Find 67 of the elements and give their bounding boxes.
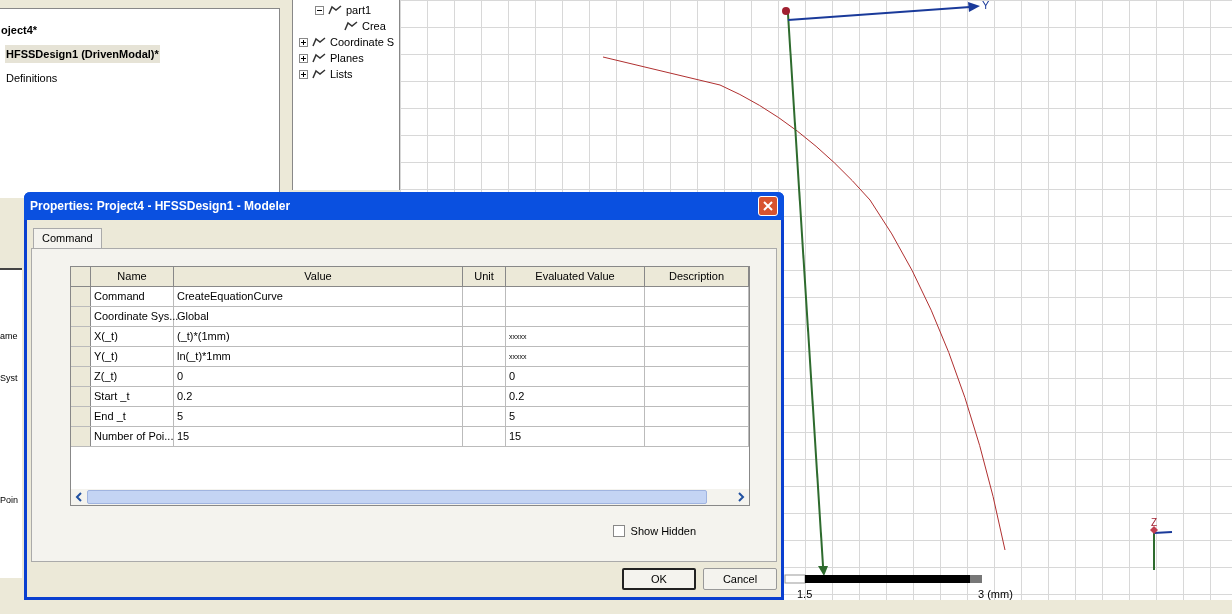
row-header[interactable]	[71, 427, 91, 446]
tab[interactable]: Command	[33, 228, 102, 248]
table-cell: X(_t)	[91, 327, 174, 346]
table-cell: ln(_t)*1mm	[174, 347, 463, 366]
table-cell: CreateEquationCurve	[174, 287, 463, 306]
row-header[interactable]	[71, 307, 91, 326]
column-header[interactable]: Evaluated Value	[506, 267, 645, 286]
table-cell: (_t)*(1mm)	[174, 327, 463, 346]
column-header[interactable]: Description	[645, 267, 749, 286]
tree-item[interactable]: oject4*	[0, 21, 39, 39]
table-cell: 0	[506, 367, 645, 386]
tree-item[interactable]: Planes	[330, 49, 364, 67]
dialog-button[interactable]: OK	[622, 568, 696, 590]
row-header[interactable]	[71, 367, 91, 386]
property-name-text: Poin	[0, 494, 19, 506]
table-cell: Y(_t)	[91, 347, 174, 366]
expand-toggle-icon[interactable]	[299, 37, 308, 47]
table-cell: Z(_t)	[91, 367, 174, 386]
table-cell: 15	[506, 427, 645, 446]
table-cell: 0.2	[506, 387, 645, 406]
column-header[interactable]: Value	[174, 267, 463, 286]
triad-label: Z	[1151, 517, 1158, 528]
dialog-title: Properties: Project4 - HFSSDesign1 - Modeler	[30, 198, 291, 215]
tree-item[interactable]: Lists	[330, 65, 353, 83]
tree-node-icon	[312, 68, 326, 80]
expand-toggle-icon[interactable]	[299, 69, 308, 79]
row-header[interactable]	[71, 287, 91, 306]
table-cell: 5	[174, 407, 463, 426]
horizontal-scrollbar[interactable]	[71, 489, 749, 505]
tree-node-icon	[328, 4, 342, 16]
show-hidden-checkbox[interactable]	[612, 525, 625, 538]
tree-item[interactable]: Definitions	[5, 69, 59, 87]
table-cell: Command	[91, 287, 174, 306]
tree-item[interactable]: Crea	[362, 17, 386, 35]
property-name-text: Syst	[0, 372, 19, 384]
row-header[interactable]	[71, 347, 91, 366]
dialog-button[interactable]: Cancel	[703, 568, 777, 590]
table-cell: 0	[174, 367, 463, 386]
tree-node-icon	[312, 36, 326, 48]
tree-node-icon	[344, 20, 358, 32]
property-name-text: ame	[0, 330, 19, 342]
scale-label: 3 (mm)	[978, 588, 1013, 600]
expand-toggle-icon[interactable]	[299, 53, 308, 63]
tree-item[interactable]: HFSSDesign1 (DrivenModal)*	[5, 45, 160, 63]
table-cell: 5	[506, 407, 645, 426]
column-header[interactable]: Name	[91, 267, 174, 286]
axis-triad-drawing	[1150, 526, 1173, 571]
row-header[interactable]	[71, 387, 91, 406]
close-button[interactable]	[758, 196, 778, 216]
tree-item[interactable]: Coordinate S	[330, 33, 395, 51]
table-cell: Start _t	[91, 387, 174, 406]
checkbox-label: Show Hidden	[630, 524, 696, 539]
collapse-toggle-icon[interactable]	[315, 5, 324, 15]
row-header[interactable]	[71, 327, 91, 346]
tree-item[interactable]: part1	[346, 1, 372, 19]
column-header[interactable]: Unit	[463, 267, 506, 286]
table-cell: 15	[174, 427, 463, 446]
close-icon	[763, 201, 773, 211]
table-cell: 0.2	[174, 387, 463, 406]
scrollbar-thumb[interactable]	[87, 490, 707, 504]
row-header[interactable]	[71, 407, 91, 426]
origin-marker	[782, 7, 790, 15]
axis-label: Y	[982, 0, 990, 11]
scale-label: 1.5	[797, 588, 813, 600]
table-cell: Number of Poi...	[91, 427, 174, 446]
tree-node-icon	[312, 52, 326, 64]
table-cell: End _t	[91, 407, 174, 426]
